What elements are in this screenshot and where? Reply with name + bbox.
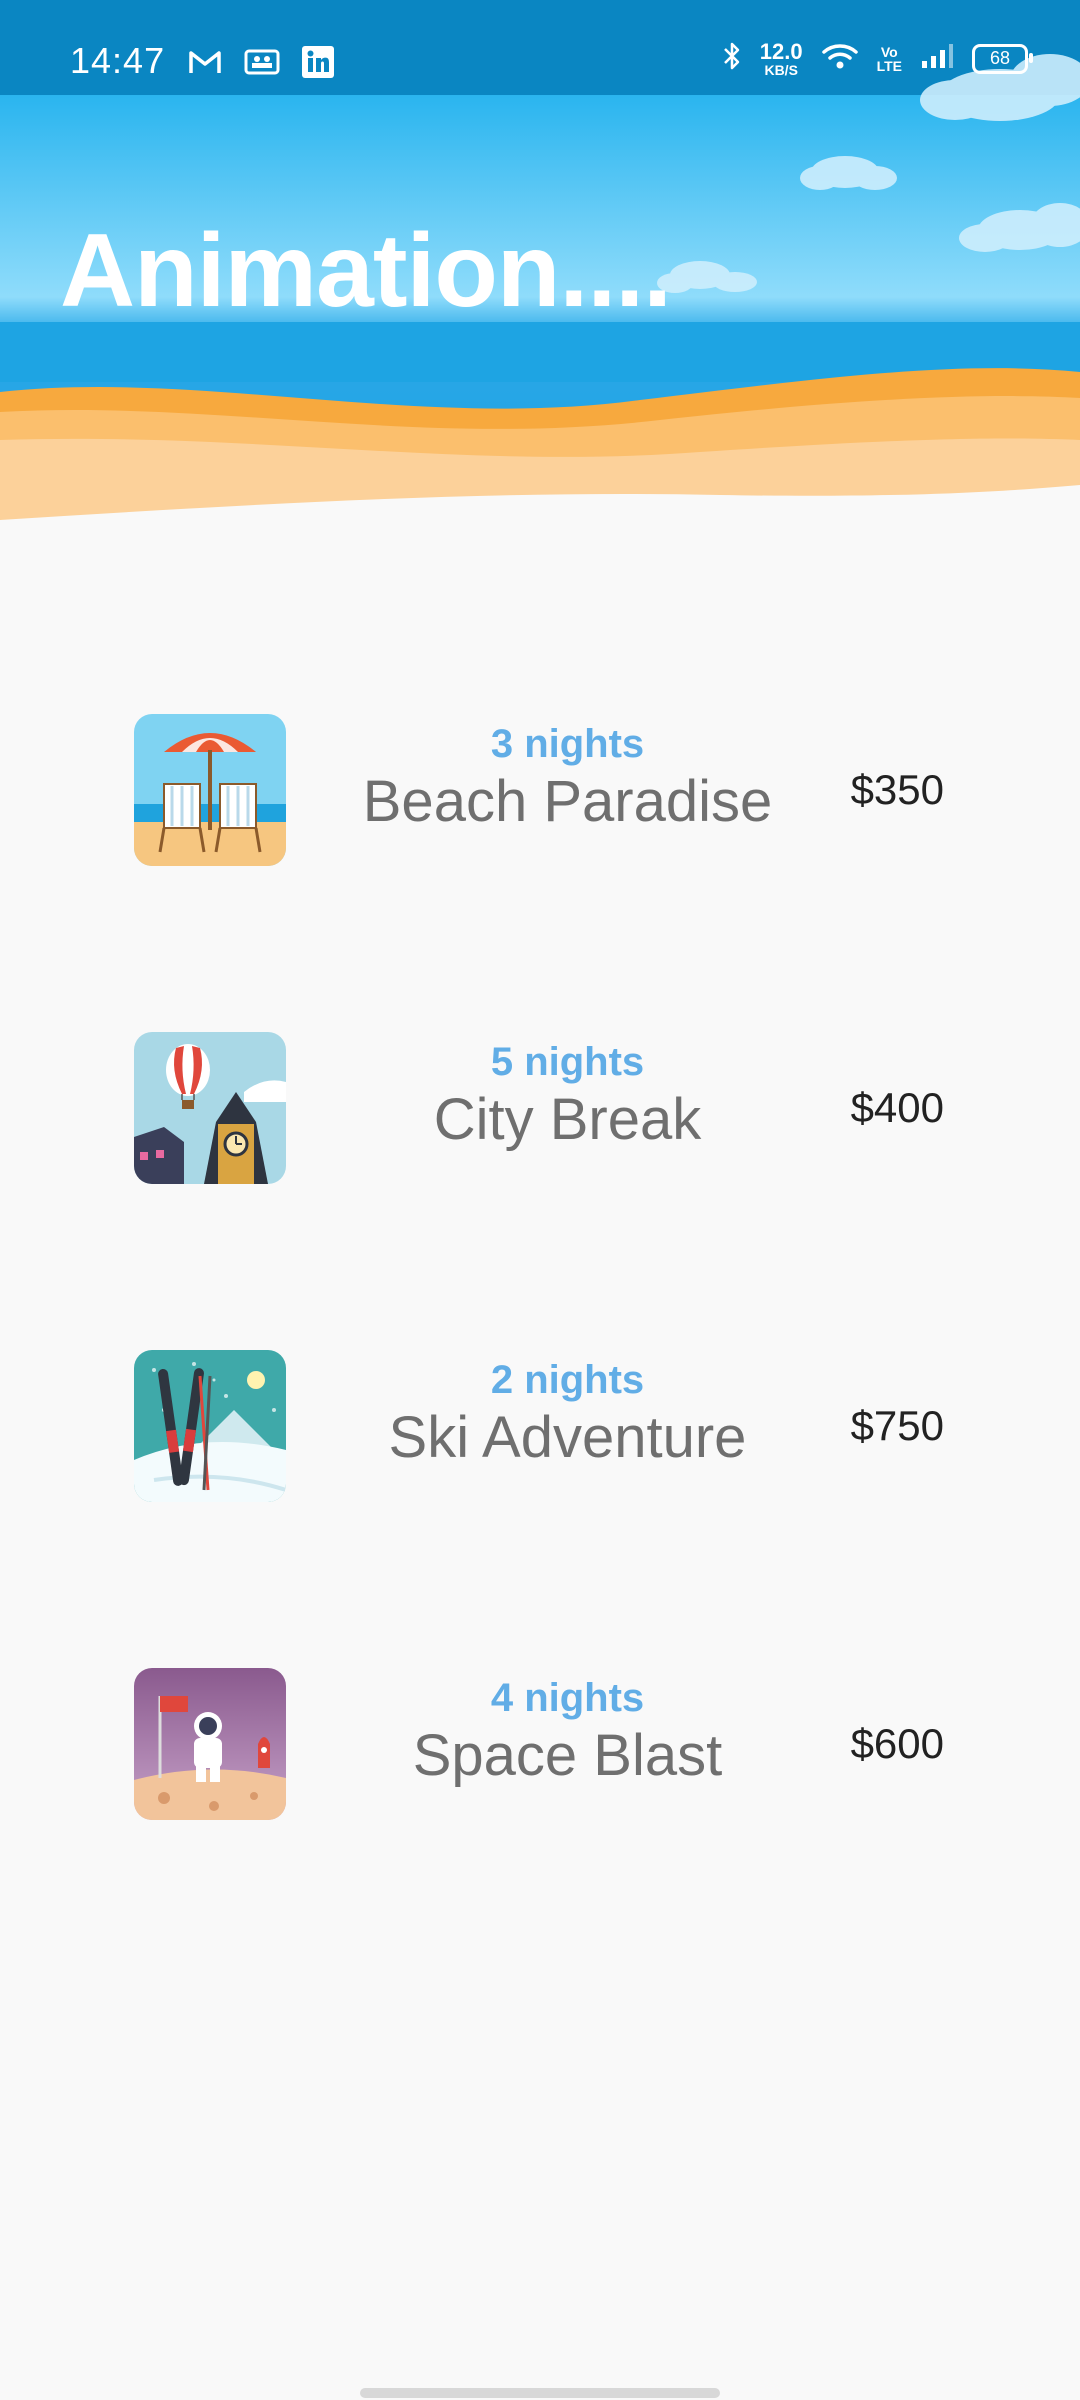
trip-item-space-blast[interactable]: 4 nights Space Blast $600 [0,1668,1080,1828]
beach-chairs-icon [134,714,286,866]
signal-icon [920,43,954,74]
trip-price: $400 [850,1084,944,1131]
notification-icons [188,46,334,83]
trip-item-beach-paradise[interactable]: 3 nights Beach Paradise $350 [0,714,1080,874]
battery-indicator: 68 [972,43,1033,74]
trip-name: Beach Paradise [362,769,773,834]
trip-info: 2 nights Ski Adventure [330,1356,805,1470]
volte-label-top: Vo [880,43,898,60]
gmail-icon [188,49,222,80]
home-indicator-bar[interactable] [360,2388,720,2398]
volte-indicator: Vo LTE [877,45,902,73]
battery-level: 68 [989,48,1011,68]
header-banner: 14:47 12.0 KB/S Vo LTE 68 Animation.... [0,0,1080,540]
trip-price: $750 [850,1402,944,1449]
bluetooth-icon [722,40,742,77]
trip-name: Space Blast [412,1723,723,1788]
network-speed-value: 12.0 [759,38,803,64]
trip-info: 3 nights Beach Paradise [330,720,805,834]
network-speed: 12.0 KB/S [759,38,803,78]
trip-nights: 5 nights [490,1040,645,1084]
trip-item-ski-adventure[interactable]: 2 nights Ski Adventure $750 [0,1350,1080,1510]
trip-name: City Break [433,1087,702,1152]
astronaut-icon [134,1668,286,1820]
trip-info: 4 nights Space Blast [330,1674,805,1788]
page-title: Animation.... [60,213,672,329]
wifi-icon [821,42,859,75]
trip-info: 5 nights City Break [330,1038,805,1152]
status-time: 14:47 [70,40,166,81]
trip-price: $350 [850,766,944,813]
trip-name: Ski Adventure [388,1405,747,1470]
trip-item-city-break[interactable]: 5 nights City Break $400 [0,1032,1080,1192]
teams-icon [244,48,280,81]
trip-nights: 2 nights [490,1358,645,1402]
network-speed-unit: KB/S [764,61,798,78]
system-status-icons: 12.0 KB/S Vo LTE 68 [722,38,1033,78]
skis-icon [134,1350,286,1502]
trip-price: $600 [850,1720,944,1767]
linkedin-icon [302,46,334,83]
trip-nights: 4 nights [490,1676,645,1720]
city-balloon-icon [134,1032,286,1184]
status-bar: 14:47 12.0 KB/S Vo LTE 68 [0,0,1080,95]
trip-nights: 3 nights [490,722,645,766]
volte-label-bottom: LTE [876,57,902,74]
